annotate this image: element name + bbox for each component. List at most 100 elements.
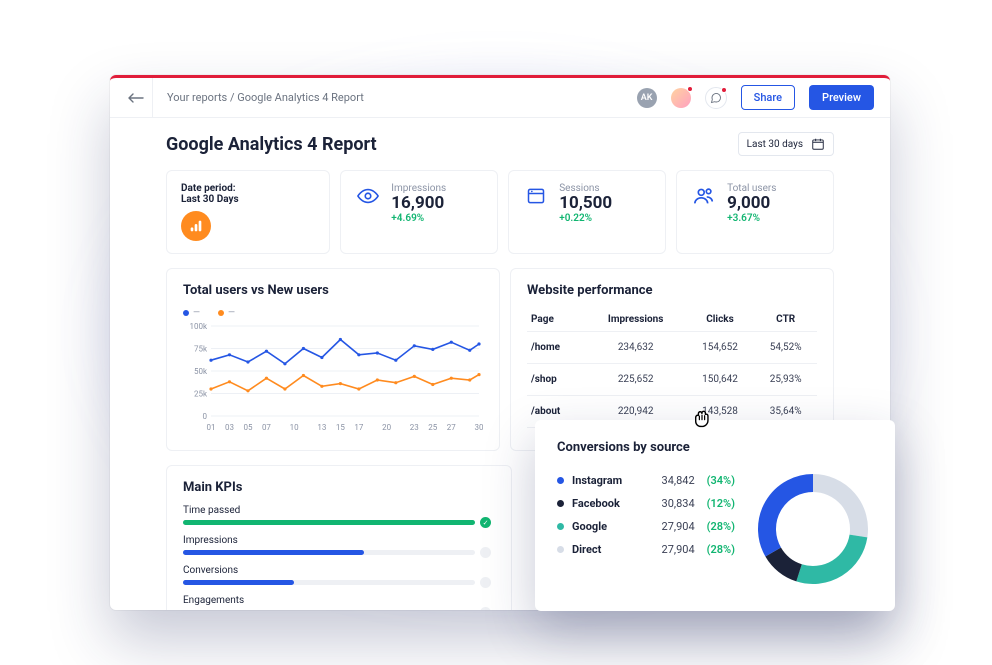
svg-text:27: 27 bbox=[447, 423, 456, 432]
back-button[interactable] bbox=[120, 78, 153, 117]
line-chart: 025k50k75k100k01030507101315172023252730 bbox=[183, 322, 483, 432]
date-range-picker[interactable]: Last 30 days bbox=[738, 132, 834, 156]
table-header: Page bbox=[527, 308, 586, 332]
legend-item: — bbox=[218, 308, 235, 318]
svg-text:30: 30 bbox=[475, 423, 484, 432]
comments-button[interactable] bbox=[705, 87, 727, 109]
line-chart-panel: Total users vs New users —— 025k50k75k10… bbox=[166, 268, 500, 451]
conversion-pct: (34%) bbox=[707, 474, 735, 487]
kpi-card-sessions: Sessions10,500+0.22% bbox=[508, 170, 666, 254]
kpi-bar-fill bbox=[183, 580, 294, 585]
svg-text:25k: 25k bbox=[194, 390, 208, 399]
avatar-initials: AK bbox=[641, 93, 653, 103]
kpi-bar-track bbox=[183, 520, 475, 525]
conversion-value: 27,904 bbox=[662, 543, 695, 556]
date-period-label: Date period: bbox=[181, 183, 315, 194]
svg-text:20: 20 bbox=[382, 423, 391, 432]
svg-text:75k: 75k bbox=[194, 345, 208, 354]
svg-text:15: 15 bbox=[336, 423, 345, 432]
table-row[interactable]: /home234,632154,65254,52% bbox=[527, 332, 817, 364]
date-period-value: Last 30 Days bbox=[181, 194, 315, 205]
kpi-bar-engagements: Engagements bbox=[183, 595, 475, 610]
svg-text:23: 23 bbox=[410, 423, 419, 432]
kpi-bar-fill bbox=[183, 550, 364, 555]
arrow-left-icon bbox=[128, 93, 144, 103]
table-header: CTR bbox=[754, 308, 817, 332]
conversion-value: 34,842 bbox=[662, 474, 695, 487]
svg-text:13: 13 bbox=[317, 423, 326, 432]
main-kpis-title: Main KPIs bbox=[183, 480, 495, 495]
svg-text:03: 03 bbox=[225, 423, 234, 432]
users-icon bbox=[691, 183, 717, 209]
donut-slice-direct bbox=[813, 483, 859, 536]
kpi-bar-time-passed: Time passed bbox=[183, 505, 475, 525]
conversion-name: Google bbox=[572, 520, 642, 533]
conversion-name: Instagram bbox=[572, 474, 642, 487]
kpi-card-total-users: Total users9,000+3.67% bbox=[676, 170, 834, 254]
conversion-item: Direct27,904(28%) bbox=[557, 538, 735, 561]
breadcrumb[interactable]: Your reports / Google Analytics 4 Report bbox=[167, 91, 364, 104]
table-row[interactable]: /shop225,652150,64225,93% bbox=[527, 364, 817, 396]
kpi-bar-impressions: Impressions bbox=[183, 535, 475, 555]
kpi-bar-label: Time passed bbox=[183, 505, 475, 516]
conversions-list: Instagram 34,842 (34%) Facebook 30,834 (12%) G… bbox=[557, 469, 735, 561]
conversion-pct: (28%) bbox=[707, 543, 735, 556]
avatar-user-1[interactable]: AK bbox=[637, 88, 657, 108]
legend-item: — bbox=[183, 308, 200, 318]
kpi-value: 10,500 bbox=[559, 194, 612, 213]
kpi-value: 9,000 bbox=[727, 194, 776, 213]
ga4-logo-icon bbox=[181, 211, 211, 241]
svg-text:17: 17 bbox=[354, 423, 363, 432]
svg-text:25: 25 bbox=[428, 423, 437, 432]
kpi-bar-label: Conversions bbox=[183, 565, 475, 576]
conversion-value: 30,834 bbox=[662, 497, 695, 510]
donut-slice-google bbox=[799, 536, 858, 575]
share-button[interactable]: Share bbox=[741, 85, 795, 110]
table-header: Clicks bbox=[686, 308, 755, 332]
kpi-incomplete-icon bbox=[480, 547, 491, 558]
conversion-item: Google 27,904 (28%) bbox=[557, 515, 735, 538]
calendar-icon bbox=[811, 137, 825, 151]
chat-icon bbox=[710, 92, 722, 104]
svg-text:100k: 100k bbox=[189, 322, 207, 331]
date-period-card: Date period: Last 30 Days bbox=[166, 170, 330, 254]
kpi-delta: +4.69% bbox=[391, 213, 446, 224]
preview-button[interactable]: Preview bbox=[809, 85, 874, 110]
conversion-pct: (12%) bbox=[707, 497, 735, 510]
kpi-card-impressions: Impressions16,900+4.69% bbox=[340, 170, 498, 254]
donut-slice-instagram bbox=[767, 483, 813, 552]
avatar-user-2[interactable] bbox=[671, 88, 691, 108]
conversions-panel[interactable]: Conversions by source Instagram 34,842 (34… bbox=[535, 420, 895, 611]
kpi-incomplete-icon bbox=[480, 607, 491, 610]
legend-swatch-icon bbox=[557, 477, 564, 484]
page-title: Google Analytics 4 Report bbox=[166, 134, 377, 155]
kpi-value: 16,900 bbox=[391, 194, 446, 213]
notification-dot bbox=[687, 86, 693, 92]
conversion-name: Facebook bbox=[572, 497, 642, 510]
conversions-donut bbox=[753, 469, 873, 589]
topbar: Your reports / Google Analytics 4 Report… bbox=[110, 78, 890, 118]
svg-text:07: 07 bbox=[262, 423, 271, 432]
window-icon bbox=[523, 183, 549, 209]
conversion-item: Instagram 34,842 (34%) bbox=[557, 469, 735, 492]
legend-swatch-icon bbox=[557, 523, 564, 530]
line-chart-title: Total users vs New users bbox=[183, 283, 483, 298]
svg-text:0: 0 bbox=[203, 412, 208, 421]
svg-text:05: 05 bbox=[243, 423, 252, 432]
perf-table: PageImpressionsClicksCTR/home234,632154,… bbox=[527, 308, 817, 428]
svg-text:50k: 50k bbox=[194, 367, 208, 376]
conversion-item: Facebook 30,834 (12%) bbox=[557, 492, 735, 515]
conversion-pct: (28%) bbox=[707, 520, 735, 533]
kpi-bar-track bbox=[183, 550, 475, 555]
svg-text:01: 01 bbox=[207, 423, 216, 432]
legend-swatch-icon bbox=[557, 500, 564, 507]
conversion-value: 27,904 bbox=[662, 520, 695, 533]
conversions-title: Conversions by source bbox=[557, 440, 873, 455]
kpi-bar-label: Impressions bbox=[183, 535, 475, 546]
line-chart-legend: —— bbox=[183, 308, 483, 318]
kpi-cards-row: Date period: Last 30 Days Impressions16,… bbox=[166, 170, 834, 254]
table-header: Impressions bbox=[586, 308, 686, 332]
kpi-bar-label: Engagements bbox=[183, 595, 475, 606]
notification-dot bbox=[721, 87, 727, 93]
kpi-bar-track bbox=[183, 580, 475, 585]
